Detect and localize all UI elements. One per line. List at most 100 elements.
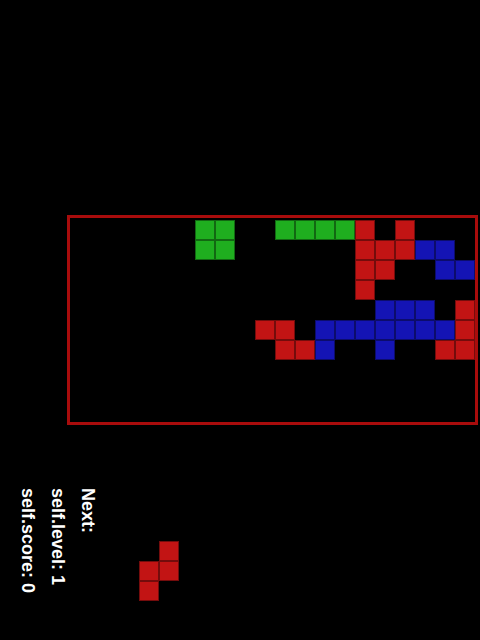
empty-cell [155,220,175,240]
empty-cell [235,400,255,420]
empty-cell [75,400,95,420]
empty-cell [195,380,215,400]
empty-cell [275,300,295,320]
block-cell [159,561,179,581]
empty-cell [155,400,175,420]
empty-cell [115,320,135,340]
empty-cell [115,220,135,240]
block-cell [139,581,159,601]
block-cell [455,320,475,340]
empty-cell [115,240,135,260]
block-cell [395,320,415,340]
empty-cell [215,280,235,300]
empty-cell [235,320,255,340]
empty-cell [255,360,275,380]
empty-cell [295,300,315,320]
empty-cell [175,320,195,340]
empty-cell [95,280,115,300]
block-cell [355,320,375,340]
empty-cell [115,260,135,280]
board-row [75,240,475,260]
empty-cell [155,320,175,340]
empty-cell [455,280,475,300]
empty-cell [455,380,475,400]
block-cell [159,541,179,561]
next-piece [139,541,179,601]
empty-cell [395,280,415,300]
empty-cell [215,400,235,420]
next-row [139,561,179,581]
empty-cell [335,240,355,260]
empty-cell [135,300,155,320]
empty-cell [75,320,95,340]
block-cell [275,340,295,360]
empty-cell [155,300,175,320]
empty-cell [95,300,115,320]
board-row [75,320,475,340]
block-cell [315,220,335,240]
block-cell [375,240,395,260]
empty-cell [315,400,335,420]
empty-cell [375,280,395,300]
empty-cell [195,260,215,280]
block-cell [139,561,159,581]
empty-cell [395,380,415,400]
empty-cell [335,400,355,420]
game-screen: self.score: 0 self.level: 1 Next: [0,0,480,640]
board-row [75,400,475,420]
block-cell [335,320,355,340]
board-row [75,360,475,380]
empty-cell [75,280,95,300]
block-cell [195,220,215,240]
empty-cell [95,240,115,260]
block-cell [435,320,455,340]
board-row [75,280,475,300]
empty-cell [235,340,255,360]
empty-cell [235,360,255,380]
empty-cell [315,240,335,260]
next-row [139,581,179,601]
empty-cell [175,260,195,280]
stat-label: self.level: 1 [48,488,68,593]
empty-cell [295,380,315,400]
empty-cell [75,340,95,360]
empty-cell [355,360,375,380]
block-cell [355,280,375,300]
empty-cell [235,380,255,400]
empty-cell [135,400,155,420]
empty-cell [95,220,115,240]
empty-cell [255,380,275,400]
empty-cell [175,220,195,240]
empty-cell [295,260,315,280]
block-cell [415,320,435,340]
empty-cell [175,300,195,320]
next-row [139,541,179,561]
empty-cell [415,360,435,380]
block-cell [355,220,375,240]
stat-label: self.score: 0 [18,488,38,593]
empty-cell [455,220,475,240]
empty-cell [395,400,415,420]
empty-cell [235,220,255,240]
empty-cell [315,380,335,400]
empty-cell [75,260,95,280]
empty-cell [315,280,335,300]
empty-cell [335,260,355,280]
empty-cell [435,400,455,420]
block-cell [415,300,435,320]
block-cell [435,340,455,360]
empty-cell [435,300,455,320]
empty-cell [159,581,179,601]
block-cell [375,340,395,360]
block-cell [375,320,395,340]
empty-cell [315,260,335,280]
empty-cell [195,320,215,340]
block-cell [315,320,335,340]
empty-cell [215,360,235,380]
block-cell [395,220,415,240]
next-label: Next: [78,488,98,593]
empty-cell [375,220,395,240]
empty-cell [455,240,475,260]
empty-cell [275,260,295,280]
empty-cell [95,340,115,360]
